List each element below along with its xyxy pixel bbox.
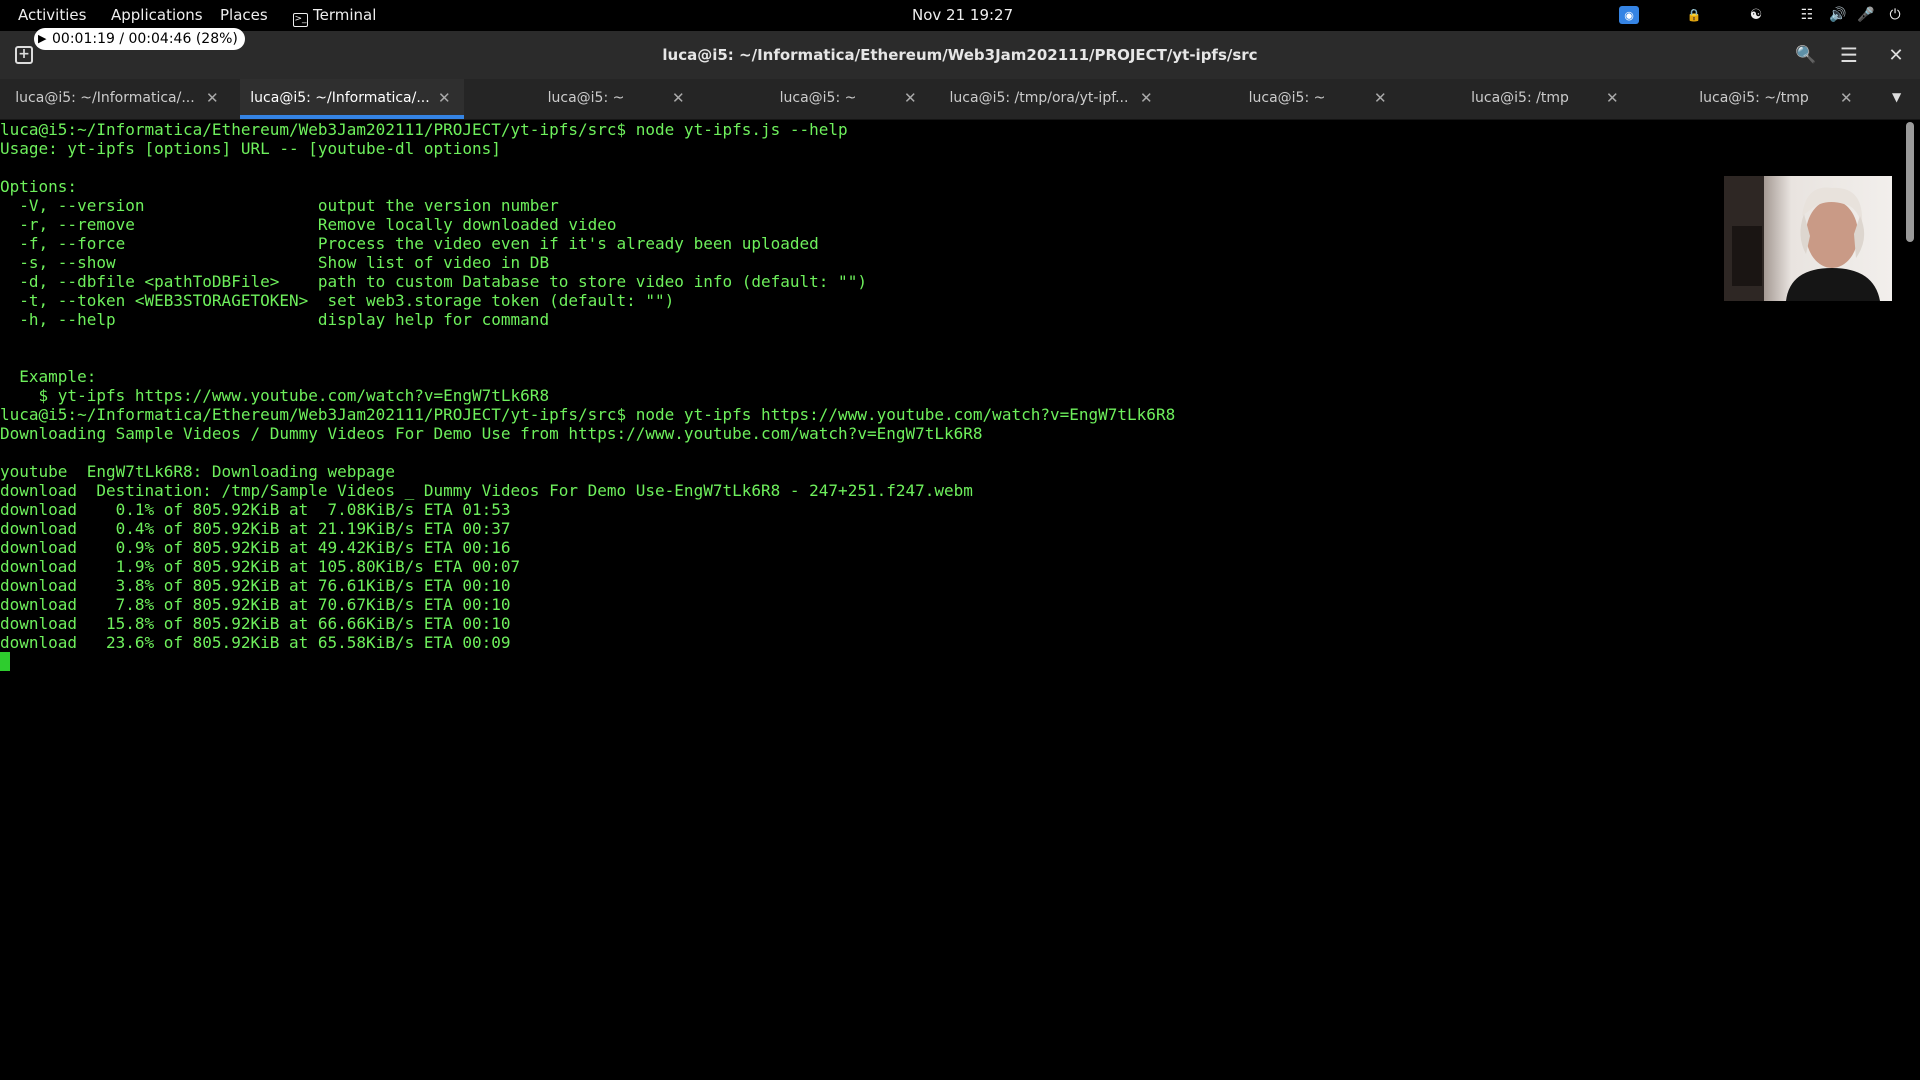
tab-3[interactable]: luca@i5: ~ ✕: [472, 79, 700, 119]
menu-button[interactable]: ☰: [1832, 38, 1866, 72]
terminal-line: Usage: yt-ipfs [options] URL -- [youtube…: [0, 139, 501, 158]
terminal-line: -d, --dbfile <pathToDBFile> path to cust…: [0, 272, 867, 291]
terminal-line: download 3.8% of 805.92KiB at 76.61KiB/s…: [0, 576, 511, 595]
terminal-line: download 15.8% of 805.92KiB at 66.66KiB/…: [0, 614, 511, 633]
terminal-cursor: [0, 652, 10, 671]
tab-label: luca@i5: ~/Informatica/...: [15, 90, 195, 106]
active-tab-indicator: [240, 115, 464, 119]
terminal-line: -h, --help display help for command: [0, 310, 550, 329]
terminal-app-menu[interactable]: >_ Terminal: [293, 6, 376, 27]
lock-icon[interactable]: 🔒: [1685, 6, 1703, 24]
tab-close-icon[interactable]: ✕: [206, 89, 219, 107]
tab-close-icon[interactable]: ✕: [1840, 89, 1853, 107]
terminal-scrollbar[interactable]: [1906, 122, 1914, 242]
window-header: + luca@i5: ~/Informatica/Ethereum/Web3Ja…: [0, 31, 1920, 80]
tab-8[interactable]: luca@i5: ~/tmp ✕: [1632, 79, 1872, 119]
tab-close-icon[interactable]: ✕: [1374, 89, 1387, 107]
tab-label: luca@i5: ~/Informatica/...: [250, 90, 430, 106]
microphone-icon[interactable]: 🎤: [1857, 6, 1875, 24]
terminal-line: download 7.8% of 805.92KiB at 70.67KiB/s…: [0, 595, 511, 614]
tab-close-icon[interactable]: ✕: [1606, 89, 1619, 107]
tab-2-active[interactable]: luca@i5: ~/Informatica/... ✕: [240, 79, 464, 119]
terminal-line: -s, --show Show list of video in DB: [0, 253, 550, 272]
terminal-line: download 23.6% of 805.92KiB at 65.58KiB/…: [0, 633, 511, 652]
terminal-line: luca@i5:~/Informatica/Ethereum/Web3Jam20…: [0, 405, 1176, 424]
terminal-line: download Destination: /tmp/Sample Videos…: [0, 481, 973, 500]
terminal-line: Downloading Sample Videos / Dummy Videos…: [0, 424, 983, 443]
tab-bar: luca@i5: ~/Informatica/... ✕ luca@i5: ~/…: [0, 79, 1920, 120]
activities-button[interactable]: Activities: [18, 6, 86, 24]
terminal-line: -V, --version output the version number: [0, 196, 559, 215]
terminal-line: -t, --token <WEB3STORAGETOKEN> set web3.…: [0, 291, 675, 310]
tab-4[interactable]: luca@i5: ~ ✕: [704, 79, 932, 119]
tab-5[interactable]: luca@i5: /tmp/ora/yt-ipf... ✕: [936, 79, 1164, 119]
tab-7[interactable]: luca@i5: /tmp ✕: [1400, 79, 1628, 119]
close-icon: ✕: [1888, 44, 1904, 66]
tab-label: luca@i5: /tmp/ora/yt-ipf...: [949, 90, 1129, 106]
tab-close-icon[interactable]: ✕: [438, 89, 451, 107]
terminal-icon: >_: [293, 13, 308, 27]
tab-label: luca@i5: ~: [779, 90, 857, 106]
power-icon[interactable]: ⏻: [1886, 6, 1904, 24]
tab-list-icon: ▼: [1892, 90, 1902, 104]
recording-status: 00:01:19 / 00:04:46 (28%): [52, 31, 238, 47]
terminal-line: download 0.4% of 805.92KiB at 21.19KiB/s…: [0, 519, 511, 538]
network-icon[interactable]: ☷: [1798, 6, 1816, 24]
search-button[interactable]: 🔍: [1789, 38, 1823, 72]
tab-close-icon[interactable]: ✕: [1140, 89, 1153, 107]
terminal-line: download 0.9% of 805.92KiB at 49.42KiB/s…: [0, 538, 511, 557]
clock[interactable]: Nov 21 19:27: [912, 6, 1013, 24]
webcam-overlay: [1724, 176, 1892, 301]
tab-label: luca@i5: ~: [1248, 90, 1326, 106]
terminal-line: Example:: [0, 367, 97, 386]
top-bar: Activities Applications Places >_ Termina…: [0, 0, 1920, 31]
terminal-output[interactable]: luca@i5:~/Informatica/Ethereum/Web3Jam20…: [0, 120, 1904, 1080]
terminal-line: luca@i5:~/Informatica/Ethereum/Web3Jam20…: [0, 120, 848, 139]
camera-icon[interactable]: ◉: [1619, 6, 1639, 24]
window-title: luca@i5: ~/Informatica/Ethereum/Web3Jam2…: [662, 46, 1258, 64]
volume-icon[interactable]: 🔊: [1829, 6, 1847, 24]
webcam-person-image: [1724, 176, 1880, 301]
applications-menu[interactable]: Applications: [111, 6, 203, 24]
terminal-line: -r, --remove Remove locally downloaded v…: [0, 215, 617, 234]
tab-close-icon[interactable]: ✕: [904, 89, 917, 107]
terminal-app-label: Terminal: [313, 6, 377, 24]
tab-close-icon[interactable]: ✕: [672, 89, 685, 107]
tab-label: luca@i5: ~: [547, 90, 625, 106]
terminal-line: download 0.1% of 805.92KiB at 7.08KiB/s …: [0, 500, 511, 519]
terminal-line: $ yt-ipfs https://www.youtube.com/watch?…: [0, 386, 550, 405]
terminal-line: -f, --force Process the video even if it…: [0, 234, 819, 253]
close-window-button[interactable]: ✕: [1879, 38, 1913, 72]
terminal-line: download 1.9% of 805.92KiB at 105.80KiB/…: [0, 557, 521, 576]
terminal-line: Options:: [0, 177, 78, 196]
tab-1[interactable]: luca@i5: ~/Informatica/... ✕: [0, 79, 232, 119]
tab-list-button[interactable]: ▼: [1882, 79, 1912, 119]
recording-indicator[interactable]: ▶ 00:01:19 / 00:04:46 (28%): [34, 28, 245, 50]
search-icon: 🔍: [1795, 45, 1817, 65]
play-icon: ▶: [38, 32, 47, 45]
places-menu[interactable]: Places: [220, 6, 268, 24]
terminal-line: youtube EngW7tLk6R8: Downloading webpage: [0, 462, 395, 481]
tab-6[interactable]: luca@i5: ~ ✕: [1168, 79, 1396, 119]
menu-icon: ☰: [1840, 43, 1858, 67]
accessibility-icon[interactable]: ☯: [1747, 6, 1765, 24]
tab-label: luca@i5: /tmp: [1471, 90, 1569, 106]
terminal-cursor-line: [0, 652, 1904, 671]
